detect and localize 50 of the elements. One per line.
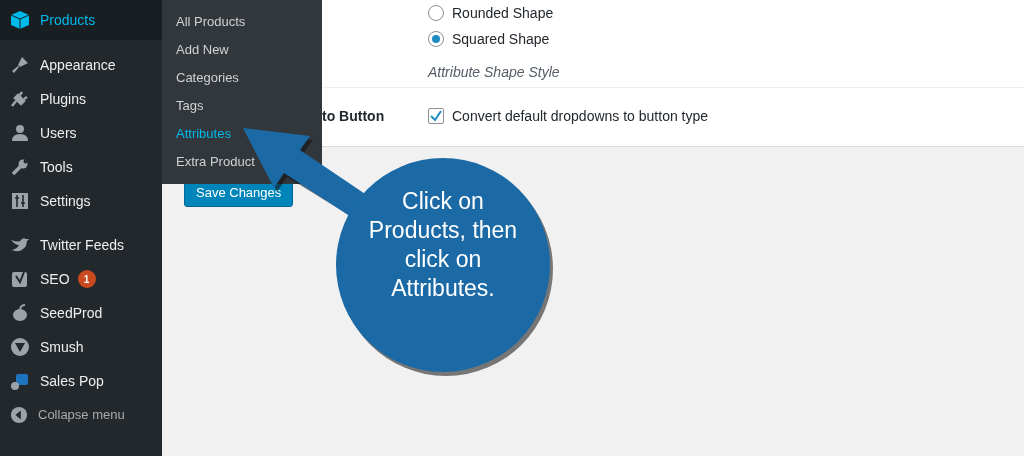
radio-label: Squared Shape	[452, 29, 550, 49]
sidebar-item[interactable]: Sales Pop	[0, 364, 162, 398]
count-badge: 1	[77, 270, 96, 288]
sidebar-item[interactable]: Tools	[0, 150, 162, 184]
speech-bubble-icon	[10, 371, 30, 391]
submenu-item[interactable]: Attributes	[162, 120, 322, 148]
shield-icon	[10, 337, 30, 357]
seed-icon	[10, 303, 30, 323]
sidebar-item[interactable]: SeedProd	[0, 296, 162, 330]
sidebar-item[interactable]: Settings	[0, 184, 162, 218]
sidebar-label: SEO	[40, 269, 70, 289]
sidebar-label: Smush	[40, 337, 84, 357]
collapse-menu-button[interactable]: Collapse menu	[0, 398, 162, 432]
radio-button[interactable]	[428, 31, 444, 47]
callout-text: Click on Products, then click on Attributes.	[367, 187, 519, 303]
collapse-icon	[10, 406, 28, 424]
sidebar-label: SeedProd	[40, 303, 103, 323]
y-logo-icon	[10, 269, 30, 289]
submenu-item[interactable]: Extra Product	[162, 148, 322, 176]
sidebar-label: Sales Pop	[40, 371, 104, 391]
sidebar-label: Settings	[40, 191, 91, 211]
sidebar-item[interactable]: Smush	[0, 330, 162, 364]
radio-label: Rounded Shape	[452, 3, 554, 23]
sidebar-item[interactable]: SEO 1	[0, 262, 162, 296]
sidebar-item[interactable]: Appearance	[0, 48, 162, 82]
wrench-icon	[10, 157, 30, 177]
sidebar-label: Plugins	[40, 89, 86, 109]
paintbrush-icon	[10, 55, 30, 75]
sidebar-item[interactable]: Plugins	[0, 82, 162, 116]
checkbox[interactable]	[428, 108, 444, 124]
setting-label: to Button	[322, 106, 386, 126]
submenu-item[interactable]: Add New	[162, 36, 322, 64]
sidebar-item[interactable]: Products	[0, 0, 162, 40]
sidebar-label: Users	[40, 123, 77, 143]
sidebar-label: Twitter Feeds	[40, 235, 125, 255]
box-icon	[10, 10, 30, 30]
sidebar-label: Products	[40, 10, 96, 30]
plug-icon	[10, 89, 30, 109]
checkbox-label: Convert default dropdowns to button type	[452, 106, 709, 126]
sidebar-item[interactable]: Twitter Feeds	[0, 228, 162, 262]
field-description: Attribute Shape Style	[428, 63, 561, 82]
sidebar-label: Tools	[40, 157, 73, 177]
sidebar-item[interactable]: Users	[0, 116, 162, 150]
sliders-icon	[10, 191, 30, 211]
submenu-item[interactable]: All Products	[162, 8, 322, 36]
sidebar-label: Appearance	[40, 55, 116, 75]
radio-button[interactable]	[428, 5, 444, 21]
submenu-item[interactable]: Categories	[162, 64, 322, 92]
submenu-item[interactable]: Tags	[162, 92, 322, 120]
user-icon	[10, 123, 30, 143]
